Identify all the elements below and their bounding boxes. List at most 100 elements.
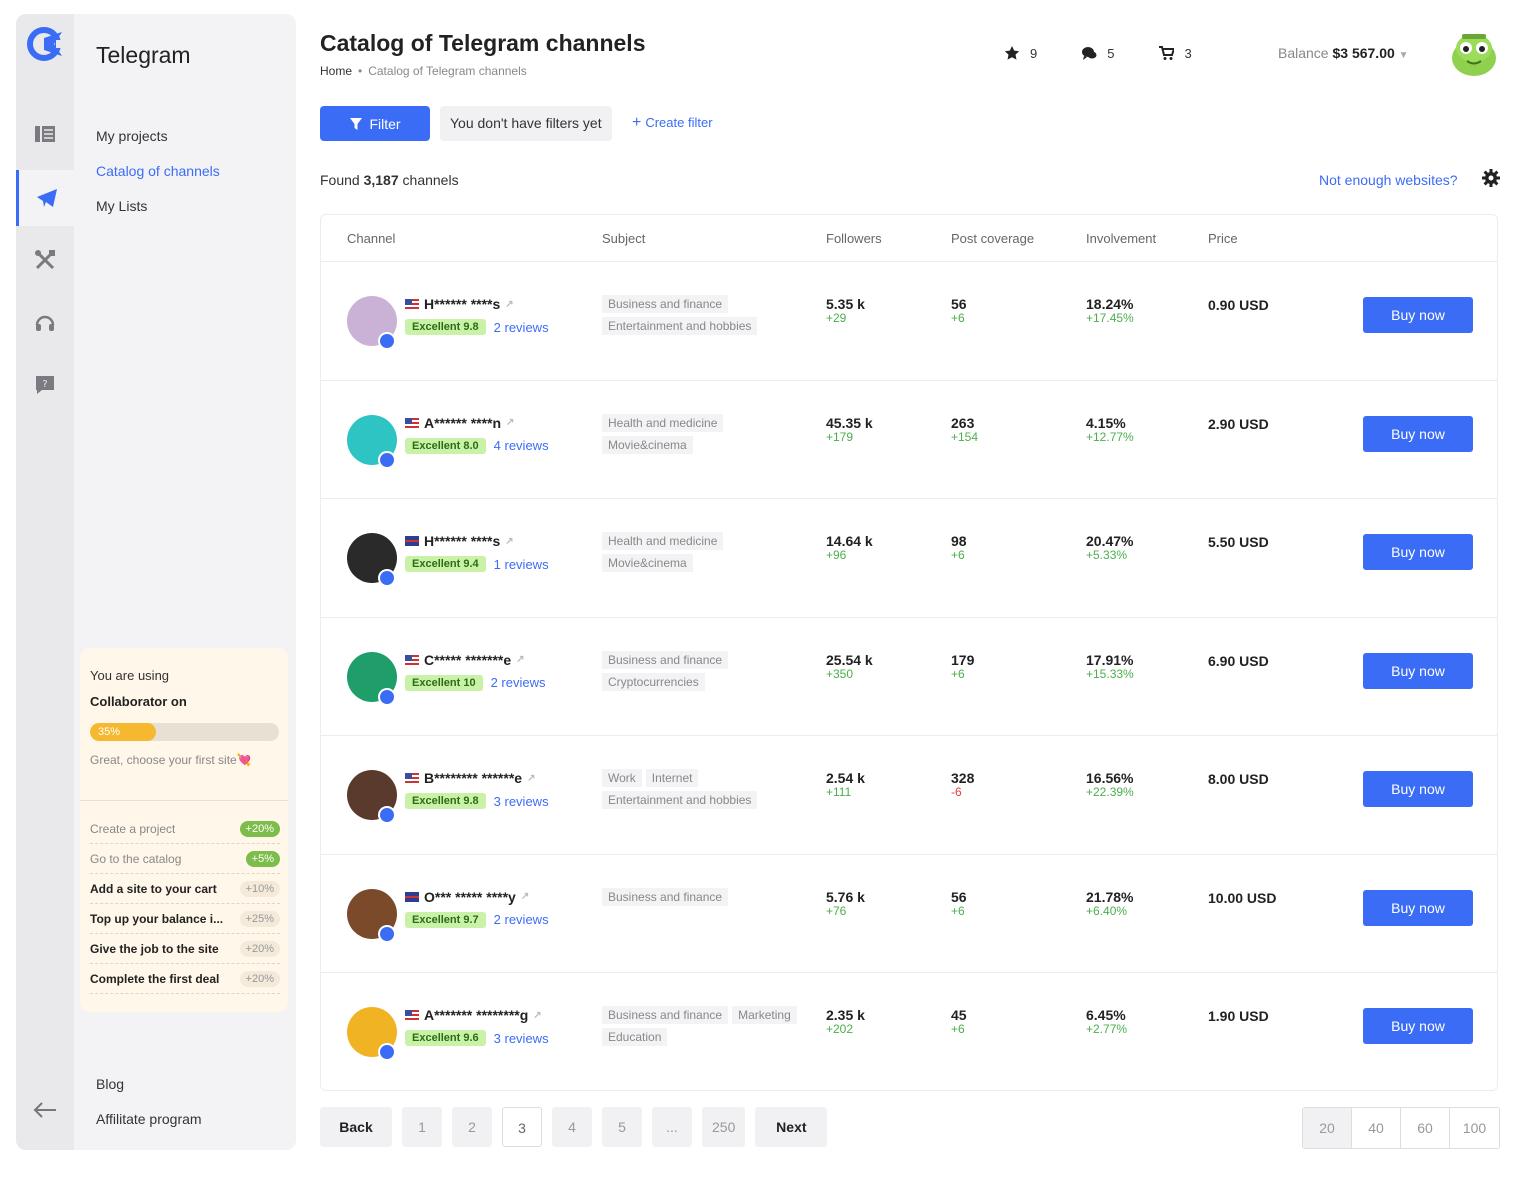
support-icon[interactable] [16, 295, 74, 351]
collapse-arrow-icon[interactable] [30, 1098, 60, 1122]
external-link-icon[interactable]: ↗ [505, 299, 513, 310]
buy-now-button[interactable]: Buy now [1363, 534, 1473, 570]
logo-icon[interactable] [26, 24, 66, 64]
create-filter-link[interactable]: + Create filter [632, 114, 713, 132]
per-page-option[interactable]: 40 [1352, 1108, 1401, 1148]
per-page-option[interactable]: 60 [1401, 1108, 1450, 1148]
channel-name[interactable]: C***** *******e ↗ [405, 652, 525, 668]
col-involvement[interactable]: Involvement [1086, 231, 1156, 246]
buy-now-button[interactable]: Buy now [1363, 415, 1473, 452]
col-channel[interactable]: Channel [347, 231, 395, 246]
subject-tag[interactable]: Marketing [732, 1006, 797, 1024]
projects-icon[interactable] [16, 106, 74, 162]
reviews-link[interactable]: 1 reviews [494, 557, 549, 572]
task-item[interactable]: Create a project +20% [90, 814, 280, 844]
page-button[interactable]: 2 [452, 1107, 492, 1147]
page-button[interactable]: 250 [702, 1107, 746, 1147]
sidebar-item-my-projects[interactable]: My projects [96, 126, 220, 161]
next-button[interactable]: Next [755, 1107, 828, 1147]
tools-icon[interactable] [16, 232, 74, 288]
coverage-cell: 179 +6 [951, 652, 974, 681]
col-post-coverage[interactable]: Post coverage [951, 231, 1034, 246]
subject-tag[interactable]: Education [602, 1028, 668, 1046]
channel-name[interactable]: B******** ******e ↗ [405, 770, 535, 786]
balance-dropdown[interactable]: Balance $3 567.00 ▼ [1278, 45, 1409, 61]
buy-now-button[interactable]: Buy now [1363, 771, 1473, 807]
blog-link[interactable]: Blog [96, 1076, 202, 1111]
channel-name[interactable]: O*** ***** ****y ↗ [405, 889, 529, 905]
buy-now-button[interactable]: Buy now [1363, 1008, 1473, 1044]
external-link-icon[interactable]: ↗ [521, 891, 529, 902]
reviews-link[interactable]: 2 reviews [494, 320, 549, 335]
followers-cell: 2.35 k +202 [826, 1008, 865, 1036]
filter-button[interactable]: Filter [320, 106, 430, 141]
subject-tag[interactable]: Work [602, 769, 642, 787]
channel-name[interactable]: H****** ****s ↗ [405, 296, 514, 312]
reviews-link[interactable]: 4 reviews [494, 438, 549, 453]
reviews-link[interactable]: 3 reviews [494, 1031, 549, 1046]
subject-tag[interactable]: Cryptocurrencies [602, 672, 705, 691]
col-price[interactable]: Price [1208, 231, 1238, 246]
task-item[interactable]: Give the job to the site +20% [90, 934, 280, 964]
gear-icon[interactable] [1482, 169, 1500, 187]
sidebar-item-catalog[interactable]: Catalog of channels [96, 161, 220, 196]
external-link-icon[interactable]: ↗ [516, 654, 524, 665]
rating-badge: Excellent 9.7 [405, 911, 486, 928]
task-item[interactable]: Top up your balance i... +25% [90, 904, 280, 934]
buy-now-button[interactable]: Buy now [1363, 889, 1473, 926]
channel-name[interactable]: A****** ****n ↗ [405, 415, 514, 431]
external-link-icon[interactable]: ↗ [527, 773, 535, 784]
cart-button[interactable]: 3 [1158, 45, 1192, 61]
messages-button[interactable]: 5 [1081, 45, 1114, 61]
task-bonus: +10% [239, 880, 280, 897]
favorites-button[interactable]: 9 [1004, 45, 1037, 61]
subject-tag[interactable]: Business and finance [602, 1006, 729, 1024]
per-page-option[interactable]: 20 [1303, 1108, 1352, 1148]
col-followers[interactable]: Followers [826, 231, 882, 246]
subject-tag[interactable]: Business and finance [602, 650, 729, 669]
telegram-icon[interactable] [16, 170, 74, 226]
involvement-value: 16.56% [1086, 770, 1134, 786]
channel-name-text: C***** *******e [424, 651, 512, 668]
external-link-icon[interactable]: ↗ [506, 417, 514, 428]
reviews-link[interactable]: 2 reviews [491, 675, 546, 690]
page-button[interactable]: 1 [402, 1107, 442, 1147]
reviews-link[interactable]: 2 reviews [494, 912, 549, 927]
subject-tag[interactable]: Internet [645, 769, 699, 787]
table-row: B******** ******e ↗ Excellent 9.8 3 revi… [321, 736, 1497, 855]
subject-tag[interactable]: Movie&cinema [602, 435, 693, 454]
task-item[interactable]: Add a site to your cart +10% [90, 874, 280, 904]
subject-tag[interactable]: Health and medicine [602, 413, 724, 432]
col-subject[interactable]: Subject [602, 231, 645, 246]
sidebar-item-my-lists[interactable]: My Lists [96, 196, 220, 231]
breadcrumb-home[interactable]: Home [320, 64, 352, 78]
buy-now-button[interactable]: Buy now [1363, 652, 1473, 689]
task-item[interactable]: Complete the first deal +20% [90, 964, 280, 994]
not-enough-websites-link[interactable]: Not enough websites? [1319, 172, 1458, 188]
page-button[interactable]: 5 [602, 1107, 642, 1147]
subject-tag[interactable]: Entertainment and hobbies [602, 791, 758, 809]
channel-name[interactable]: A******* ********g ↗ [405, 1007, 542, 1023]
page-button[interactable]: 4 [552, 1107, 592, 1147]
svg-text:?: ? [42, 379, 47, 390]
affiliate-link[interactable]: Affilitate program [96, 1111, 202, 1146]
subject-tag[interactable]: Health and medicine [602, 532, 724, 550]
reviews-link[interactable]: 3 reviews [494, 794, 549, 809]
subject-tag[interactable]: Business and finance [602, 295, 729, 313]
subject-tag[interactable]: Movie&cinema [602, 554, 693, 572]
user-avatar[interactable] [1448, 28, 1500, 80]
external-link-icon[interactable]: ↗ [505, 536, 513, 547]
subject-tag[interactable]: Business and finance [602, 887, 729, 906]
channel-name[interactable]: H****** ****s ↗ [405, 533, 514, 549]
subject-tag[interactable]: Entertainment and hobbies [602, 317, 758, 335]
involvement-value: 6.45% [1086, 1007, 1126, 1023]
per-page-option[interactable]: 100 [1450, 1108, 1499, 1148]
telegram-badge-icon [378, 924, 396, 943]
followers-cell: 5.76 k +76 [826, 889, 865, 918]
external-link-icon[interactable]: ↗ [533, 1010, 541, 1021]
help-icon[interactable]: ? [16, 357, 74, 413]
page-button[interactable]: 3 [502, 1107, 542, 1147]
buy-now-button[interactable]: Buy now [1363, 297, 1473, 333]
task-item[interactable]: Go to the catalog +5% [90, 844, 280, 874]
back-button[interactable]: Back [320, 1107, 392, 1147]
